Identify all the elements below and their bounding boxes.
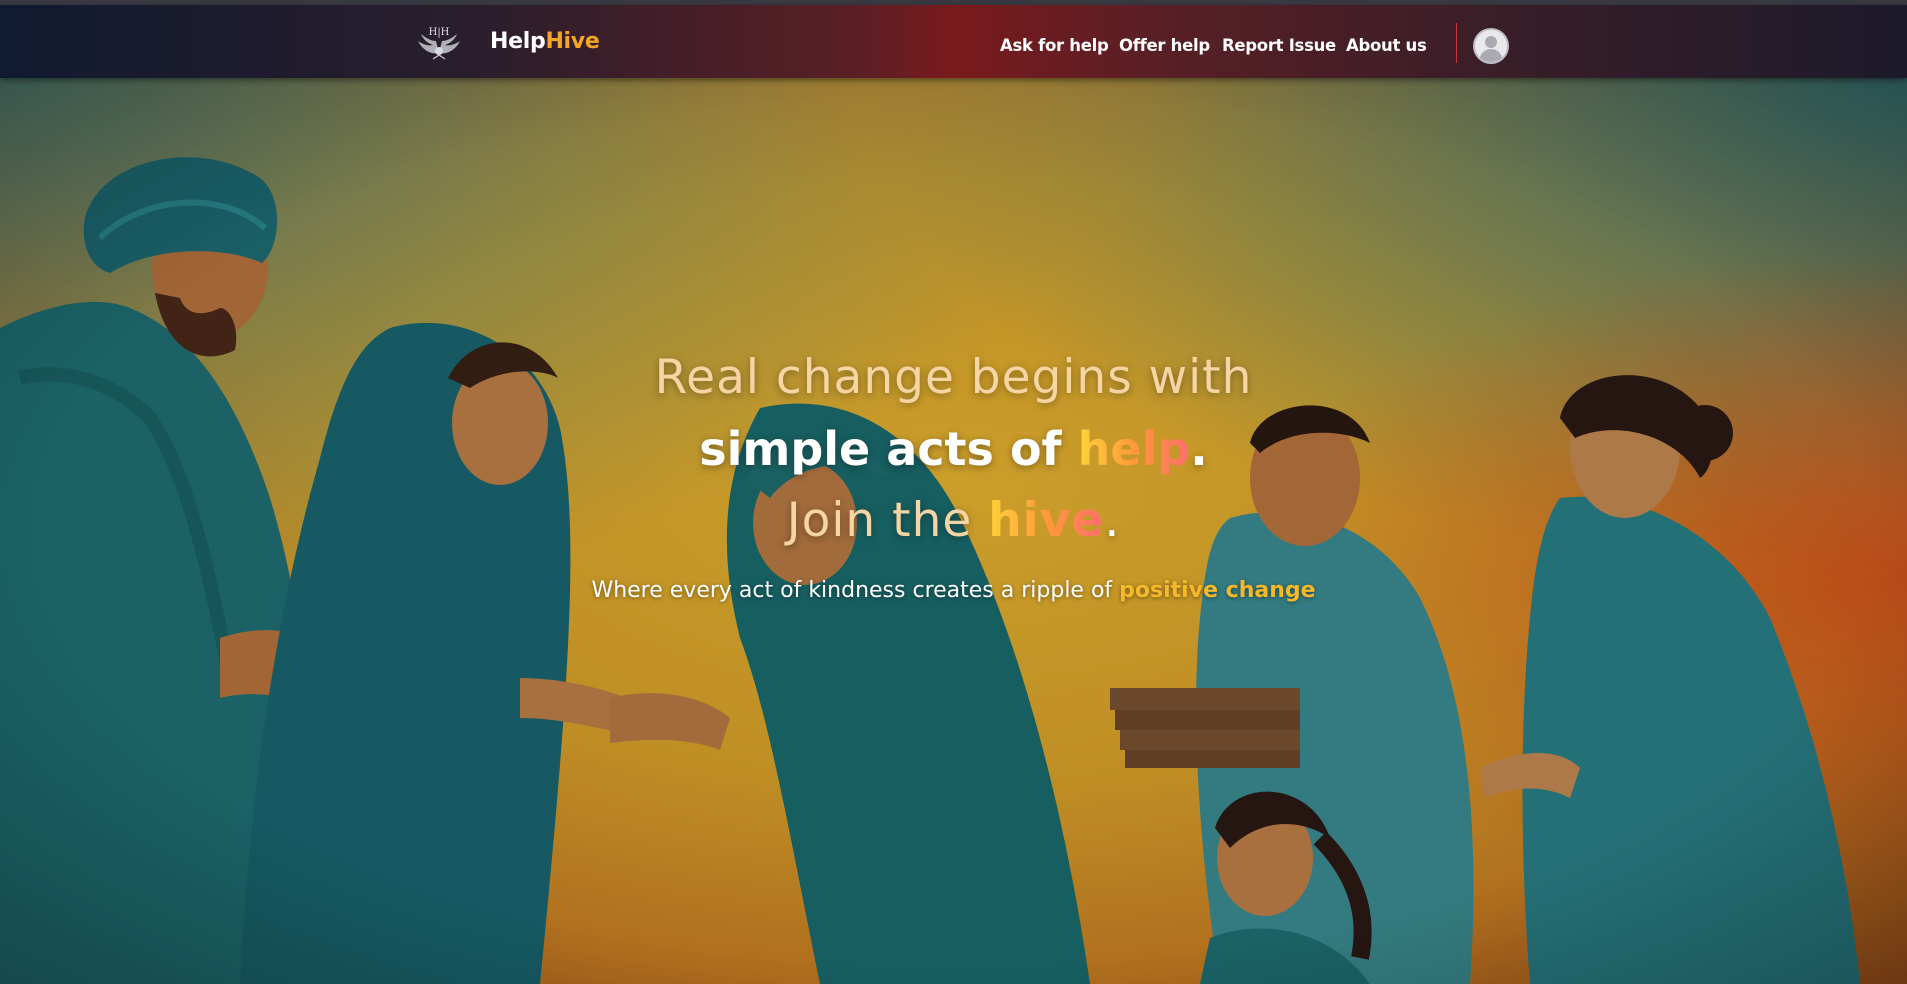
- hero-headline-line2: simple acts of help.: [0, 422, 1907, 476]
- hero-line2-highlight: help: [1077, 422, 1191, 476]
- nav-link-report-issue[interactable]: Report Issue: [1222, 31, 1336, 61]
- hero-line3-highlight: hive: [988, 493, 1105, 548]
- page: H|H HelpHive Ask for help Offer help Rep…: [0, 0, 1907, 984]
- hero-subtitle: Where every act of kindness creates a ri…: [0, 578, 1907, 603]
- user-avatar-icon[interactable]: [1473, 28, 1509, 64]
- hero-subtitle-prefix: Where every act of kindness creates a ri…: [591, 578, 1120, 603]
- hero-line2-prefix: simple acts of: [699, 422, 1078, 476]
- nav-link-ask-for-help[interactable]: Ask for help: [1000, 31, 1109, 61]
- nav-divider: [1456, 23, 1457, 63]
- hero-headline-line1: Real change begins with: [654, 350, 1253, 405]
- hero-line2-suffix: .: [1190, 422, 1208, 476]
- hero-headline-line3: Join the hive.: [0, 493, 1907, 548]
- nav-link-offer-help[interactable]: Offer help: [1119, 31, 1210, 61]
- hero-line3-prefix: Join the: [786, 493, 989, 548]
- nav-links: Ask for help Offer help Report Issue Abo…: [0, 31, 1907, 61]
- nav-link-about-us[interactable]: About us: [1346, 31, 1427, 61]
- navbar: H|H HelpHive Ask for help Offer help Rep…: [0, 5, 1907, 78]
- hero-subtitle-highlight: positive change: [1119, 578, 1316, 603]
- hero-section: Real change begins with simple acts of h…: [0, 78, 1907, 984]
- hero-line3-suffix: .: [1104, 493, 1121, 548]
